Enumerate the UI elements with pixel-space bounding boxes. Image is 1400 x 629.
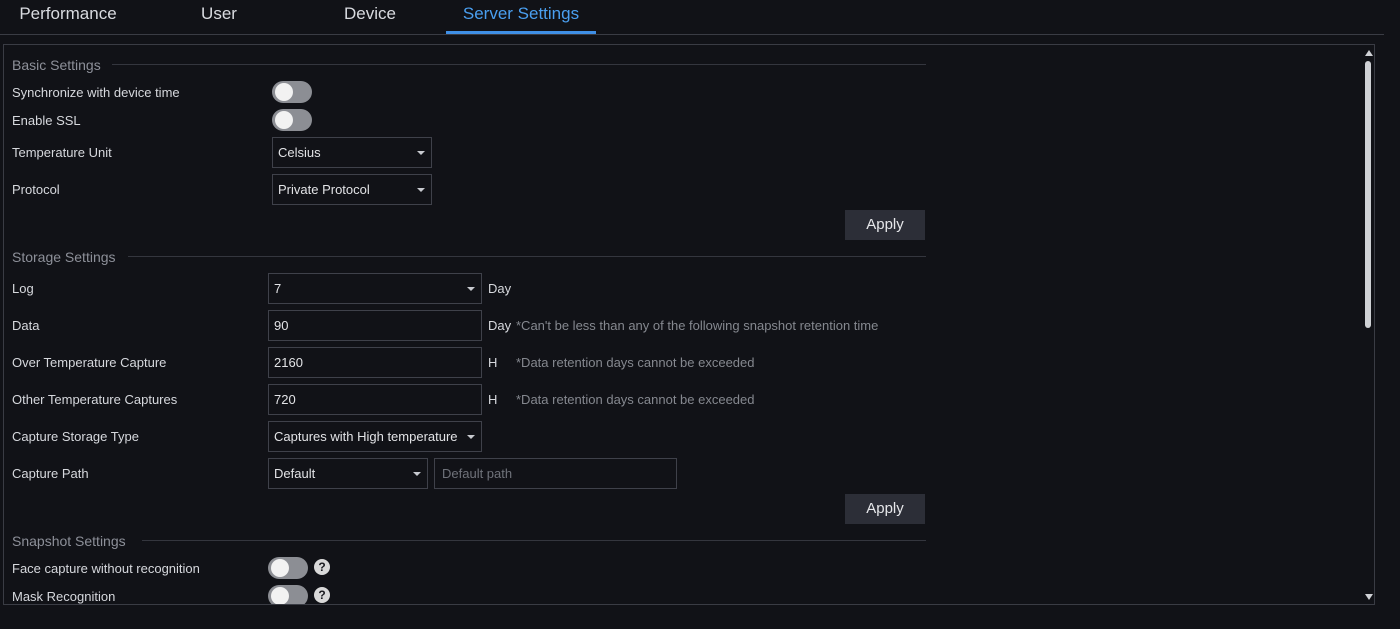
chevron-down-icon [417, 188, 425, 192]
tab-device[interactable]: Device [330, 0, 410, 34]
other-temperature-unit: H [488, 392, 498, 407]
section-divider [142, 540, 926, 541]
chevron-down-icon [413, 472, 421, 476]
over-temperature-capture-label: Over Temperature Capture [12, 355, 167, 370]
snapshot-settings-title: Snapshot Settings [12, 533, 126, 549]
tab-performance[interactable]: Performance [12, 0, 124, 34]
chevron-down-icon [417, 151, 425, 155]
scroll-up-arrow-icon[interactable] [1365, 50, 1373, 56]
enable-ssl-toggle[interactable] [272, 109, 312, 131]
help-icon[interactable]: ? [314, 559, 330, 575]
temperature-unit-value: Celsius [278, 145, 321, 160]
mask-recognition-toggle[interactable] [268, 585, 308, 604]
face-capture-toggle[interactable] [268, 557, 308, 579]
chevron-down-icon [467, 287, 475, 291]
other-temperature-note: *Data retention days cannot be exceeded [516, 392, 755, 407]
tab-server-settings[interactable]: Server Settings [446, 0, 596, 34]
protocol-label: Protocol [12, 182, 60, 197]
sync-device-time-label: Synchronize with device time [12, 85, 180, 100]
other-temperature-captures-label: Other Temperature Captures [12, 392, 178, 407]
tab-user[interactable]: User [186, 0, 252, 34]
temperature-unit-label: Temperature Unit [12, 145, 112, 160]
over-temperature-unit: H [488, 355, 498, 370]
capture-storage-type-select[interactable]: Captures with High temperature [268, 421, 482, 452]
vertical-scrollbar[interactable] [1363, 46, 1374, 604]
log-unit: Day [488, 281, 512, 296]
help-icon[interactable]: ? [314, 587, 330, 603]
protocol-select[interactable]: Private Protocol [272, 174, 432, 205]
log-days-value: 7 [274, 281, 282, 296]
data-unit: Day [488, 318, 512, 333]
over-temperature-note: *Data retention days cannot be exceeded [516, 355, 755, 370]
sync-device-time-toggle[interactable] [272, 81, 312, 103]
face-capture-label: Face capture without recognition [12, 561, 200, 576]
chevron-down-icon [467, 435, 475, 439]
capture-path-select[interactable]: Default [268, 458, 428, 489]
scroll-down-arrow-icon[interactable] [1365, 594, 1373, 600]
storage-apply-button[interactable]: Apply [845, 494, 925, 524]
toggle-knob [275, 111, 293, 129]
protocol-value: Private Protocol [278, 182, 370, 197]
scroll-thumb[interactable] [1365, 61, 1371, 328]
other-temperature-captures-input[interactable]: 720 [268, 384, 482, 415]
tab-bar: Performance User Device Server Settings [0, 0, 1384, 35]
enable-ssl-label: Enable SSL [12, 113, 81, 128]
capture-storage-type-label: Capture Storage Type [12, 429, 139, 444]
data-label: Data [12, 318, 40, 333]
toggle-knob [271, 587, 289, 604]
basic-settings-title: Basic Settings [12, 57, 101, 73]
section-divider [128, 256, 926, 257]
settings-panel: Basic Settings Synchronize with device t… [3, 44, 1375, 605]
storage-settings-title: Storage Settings [12, 249, 116, 265]
toggle-knob [275, 83, 293, 101]
capture-storage-type-value: Captures with High temperature [274, 429, 458, 444]
log-label: Log [12, 281, 34, 296]
mask-recognition-label: Mask Recognition [12, 589, 116, 604]
log-days-select[interactable]: 7 [268, 273, 482, 304]
capture-path-input[interactable]: Default path [434, 458, 677, 489]
capture-path-value: Default [274, 466, 316, 481]
basic-apply-button[interactable]: Apply [845, 210, 925, 240]
temperature-unit-select[interactable]: Celsius [272, 137, 432, 168]
data-days-input[interactable]: 90 [268, 310, 482, 341]
section-divider [112, 64, 926, 65]
capture-path-label: Capture Path [12, 466, 89, 481]
over-temperature-capture-input[interactable]: 2160 [268, 347, 482, 378]
toggle-knob [271, 559, 289, 577]
data-note: *Can't be less than any of the following… [516, 318, 879, 333]
